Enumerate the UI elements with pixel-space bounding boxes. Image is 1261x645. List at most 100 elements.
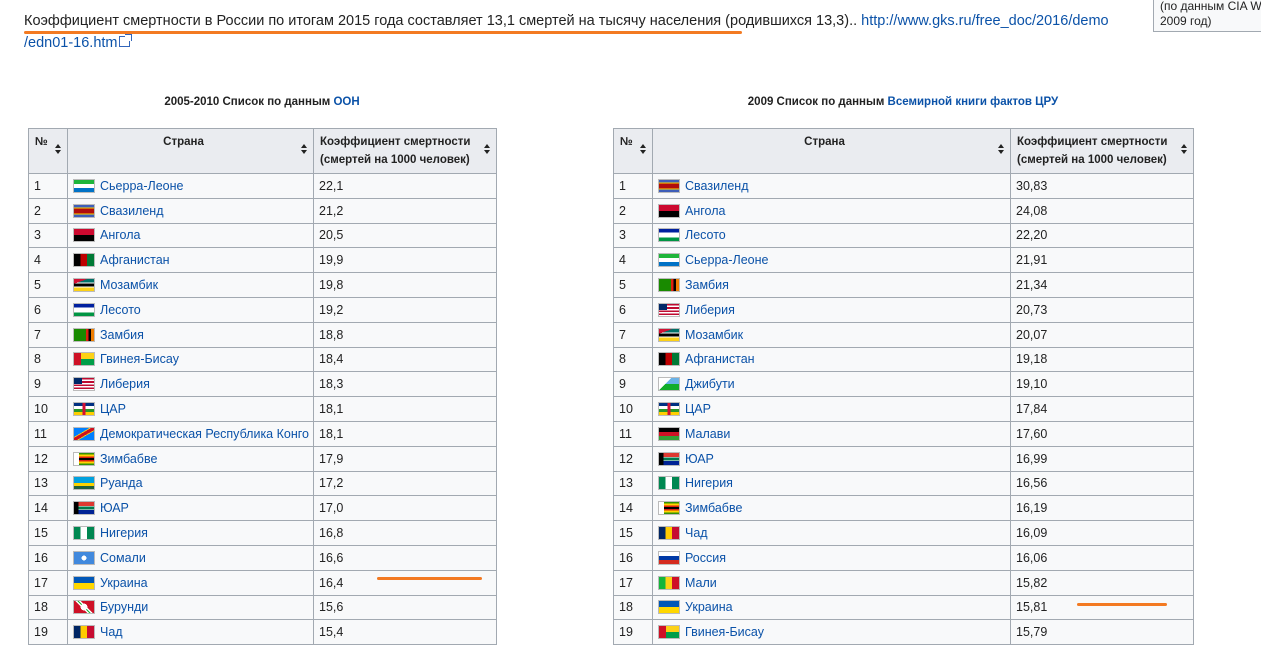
country-link[interactable]: Мозамбик [685, 328, 743, 342]
cia-factbook-link[interactable]: Всемирной книги фактов ЦРУ [888, 96, 1059, 108]
table-row: 2 Свазиленд 21,2 [28, 197, 497, 224]
mozambique-flag-icon [658, 327, 680, 342]
column-header-mortality[interactable]: Коэффициент смертности (смертей на 1000 … [1010, 128, 1194, 174]
country-link[interactable]: Лесото [100, 303, 141, 317]
country-link[interactable]: Джибути [685, 377, 735, 391]
mortality-value-cell: 16,6 [313, 544, 497, 571]
rank-cell: 7 [28, 321, 68, 348]
table-row: 6 Лесото 19,2 [28, 296, 497, 323]
country-link[interactable]: Либерия [100, 377, 150, 391]
country-link[interactable]: Афганистан [685, 352, 755, 366]
country-link[interactable]: Лесото [685, 228, 726, 242]
column-header-number[interactable]: № [613, 128, 653, 174]
highlight-mark-ukraine-right [1077, 603, 1167, 606]
country-link[interactable]: Гвинея-Бисау [100, 352, 179, 366]
rank-cell: 1 [28, 173, 68, 199]
country-link[interactable]: Нигерия [100, 526, 148, 540]
mortality-value-cell: 22,1 [313, 173, 497, 199]
liberia-flag-icon [658, 302, 680, 317]
country-link[interactable]: Зимбабве [100, 452, 157, 466]
country-link[interactable]: Нигерия [685, 476, 733, 490]
angola-flag-icon [658, 203, 680, 218]
drc-flag-icon [73, 426, 95, 441]
country-link[interactable]: ЦАР [685, 402, 711, 416]
table-row: 4 Афганистан 19,9 [28, 247, 497, 274]
mortality-value-cell: 16,56 [1010, 470, 1194, 497]
country-link[interactable]: Украина [100, 576, 148, 590]
ukraine-flag-icon [658, 600, 680, 615]
country-link[interactable]: Сомали [100, 551, 146, 565]
left-table-caption: 2005-2010 Список по данным ООН [164, 96, 360, 108]
country-link[interactable]: Замбия [100, 328, 144, 342]
table-row: 4 Сьерра-Леоне 21,91 [613, 247, 1194, 274]
zimbabwe-flag-icon [73, 451, 95, 466]
country-cell: Украина [67, 569, 314, 596]
liberia-flag-icon [73, 377, 95, 392]
country-cell: Зимбабве [67, 445, 314, 472]
country-link[interactable]: Руанда [100, 476, 143, 490]
country-link[interactable]: Свазиленд [685, 179, 749, 193]
infobox-line-1: (по данным CIA W [1160, 0, 1261, 13]
country-link[interactable]: Ангола [685, 204, 725, 218]
un-link[interactable]: ООН [333, 96, 359, 108]
sort-icon[interactable] [640, 144, 647, 155]
country-link[interactable]: Свазиленд [100, 204, 164, 218]
column-header-country[interactable]: Страна [652, 128, 1011, 174]
sort-icon[interactable] [1181, 144, 1188, 155]
country-link[interactable]: Сьерра-Леоне [685, 253, 768, 267]
mortality-value-cell: 19,9 [313, 247, 497, 274]
rank-cell: 13 [28, 470, 68, 497]
country-link[interactable]: Малави [685, 427, 730, 441]
column-header-number[interactable]: № [28, 128, 68, 174]
mortality-value-cell: 17,9 [313, 445, 497, 472]
country-cell: Чад [67, 619, 314, 645]
column-header-country[interactable]: Страна [67, 128, 314, 174]
country-link[interactable]: ЮАР [685, 452, 714, 466]
table-row: 8 Афганистан 19,18 [613, 346, 1194, 373]
country-link[interactable]: Гвинея-Бисау [685, 625, 764, 639]
mali-flag-icon [658, 575, 680, 590]
country-link[interactable]: Мозамбик [100, 278, 158, 292]
country-link[interactable]: Россия [685, 551, 726, 565]
country-link[interactable]: Мали [685, 576, 717, 590]
country-link[interactable]: Либерия [685, 303, 735, 317]
country-link[interactable]: Сьерра-Леоне [100, 179, 183, 193]
country-cell: Афганистан [652, 346, 1011, 373]
mortality-value-cell: 15,6 [313, 594, 497, 621]
column-header-mortality[interactable]: Коэффициент смертности (смертей на 1000 … [313, 128, 497, 174]
country-cell: ЮАР [67, 495, 314, 522]
table-row: 10 ЦАР 18,1 [28, 396, 497, 422]
country-link[interactable]: ЦАР [100, 402, 126, 416]
cia-mortality-table: № Страна Коэффициент смертности (смертей… [613, 128, 1194, 645]
country-link[interactable]: Ангола [100, 228, 140, 242]
table-row: 3 Лесото 22,20 [613, 222, 1194, 249]
rank-cell: 6 [28, 296, 68, 323]
country-cell: Либерия [652, 296, 1011, 323]
country-link[interactable]: Демократическая Республика Конго [100, 427, 309, 441]
country-link[interactable]: Бурунди [100, 600, 148, 614]
mortality-value-cell: 20,73 [1010, 296, 1194, 323]
rank-cell: 11 [613, 420, 653, 447]
sort-icon[interactable] [998, 144, 1005, 155]
country-cell: ЦАР [67, 396, 314, 422]
mortality-value-cell: 19,8 [313, 272, 497, 298]
country-link[interactable]: Зимбабве [685, 501, 742, 515]
country-link[interactable]: Чад [685, 526, 708, 540]
table-row: 17 Украина 16,4 [28, 569, 497, 596]
country-link[interactable]: ЮАР [100, 501, 129, 515]
table-row: 3 Ангола 20,5 [28, 222, 497, 249]
country-link[interactable]: Афганистан [100, 253, 170, 267]
country-link[interactable]: Украина [685, 600, 733, 614]
sort-icon[interactable] [301, 144, 308, 155]
sort-icon[interactable] [55, 144, 62, 155]
country-cell: Нигерия [67, 520, 314, 546]
lesotho-flag-icon [658, 228, 680, 243]
guinea-bissau-flag-icon [658, 625, 680, 640]
country-link[interactable]: Замбия [685, 278, 729, 292]
sort-icon[interactable] [484, 144, 491, 155]
country-link[interactable]: Чад [100, 625, 123, 639]
country-cell: Мали [652, 569, 1011, 596]
external-link-icon [118, 34, 132, 47]
mortality-value-cell: 18,1 [313, 396, 497, 422]
rank-cell: 13 [613, 470, 653, 497]
